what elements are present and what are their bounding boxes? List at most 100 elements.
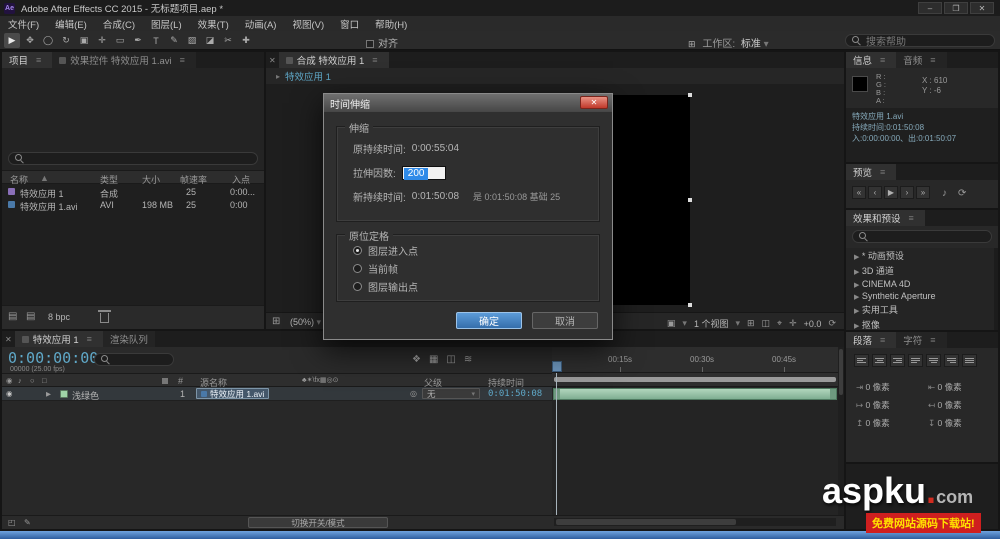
eraser-tool-icon[interactable]: ◪ xyxy=(202,33,218,48)
justify-last-left-button[interactable] xyxy=(908,354,923,367)
puppet-pin-tool-icon[interactable]: ✚ xyxy=(238,33,254,48)
handle[interactable] xyxy=(688,198,692,202)
zoom-tool-icon[interactable]: ◯ xyxy=(40,33,56,48)
scrollbar-thumb[interactable] xyxy=(556,519,736,525)
solo-column-icon[interactable]: ○ xyxy=(30,376,35,385)
twirl-icon[interactable]: ▶ xyxy=(854,308,859,315)
expand-layers-icon[interactable]: ◰ xyxy=(8,518,16,527)
new-folder-icon[interactable]: ▤ xyxy=(26,311,35,322)
column-number[interactable]: # xyxy=(178,376,183,386)
layer-in-handle[interactable] xyxy=(554,389,560,399)
last-frame-button[interactable]: » xyxy=(916,186,930,199)
layer-twirl-icon[interactable]: ▶ xyxy=(46,390,51,398)
panel-menu-icon[interactable]: ≡ xyxy=(926,55,939,65)
toggle-switches-modes-button[interactable]: 切换开关/模式 xyxy=(248,517,388,528)
loop-icon[interactable]: ⟳ xyxy=(958,188,966,199)
comp-breadcrumb[interactable]: 特效应用 1 xyxy=(285,69,331,83)
channel-icon[interactable]: ⌖ xyxy=(777,318,782,329)
panel-menu-icon[interactable]: ≡ xyxy=(32,55,45,65)
previous-frame-button[interactable]: ‹ xyxy=(868,186,882,199)
snapshot-icon[interactable]: ◫ xyxy=(762,318,771,329)
snap-control[interactable]: 对齐 xyxy=(366,35,398,50)
label-column-icon[interactable] xyxy=(162,378,168,384)
layer-eye-icon[interactable]: ◉ xyxy=(6,389,13,398)
cancel-button[interactable]: 取消 xyxy=(532,312,598,329)
graph-editor-icon[interactable]: ✎ xyxy=(24,518,31,527)
time-ruler[interactable]: 00:15s 00:30s 00:45s xyxy=(552,347,838,373)
panel-menu-icon[interactable]: ≡ xyxy=(83,334,96,344)
justify-all-button[interactable] xyxy=(962,354,977,367)
current-timecode[interactable]: 0:00:00:00 xyxy=(8,349,98,367)
menu-help[interactable]: 帮助(H) xyxy=(367,17,415,31)
roto-brush-tool-icon[interactable]: ✂ xyxy=(220,33,236,48)
justify-last-center-button[interactable] xyxy=(926,354,941,367)
panel-menu-icon[interactable]: ≡ xyxy=(876,167,889,177)
timeline-horizontal-scrollbar[interactable] xyxy=(554,518,836,526)
indent-value[interactable]: 0 像素 xyxy=(938,418,962,428)
selection-tool-icon[interactable]: ▶ xyxy=(4,33,20,48)
panel-menu-icon[interactable]: ≡ xyxy=(926,335,939,345)
indent-value[interactable]: 0 像素 xyxy=(866,418,890,428)
camera-icon[interactable]: ▣ xyxy=(667,318,676,329)
reset-exposure-icon[interactable]: ⟳ xyxy=(828,318,836,329)
panel-menu-icon[interactable]: ≡ xyxy=(905,213,918,223)
trash-icon[interactable] xyxy=(98,310,111,323)
project-search-input[interactable] xyxy=(8,152,258,165)
camera-tool-icon[interactable]: ▣ xyxy=(76,33,92,48)
handle[interactable] xyxy=(688,303,692,307)
layer-duration-bar[interactable] xyxy=(553,388,837,400)
audio-column-icon[interactable]: ♪ xyxy=(18,376,22,385)
dialog-close-button[interactable]: ✕ xyxy=(580,96,608,109)
close-button[interactable]: ✕ xyxy=(970,2,994,14)
tab-preview[interactable]: 预览 ≡ xyxy=(846,164,897,180)
clone-stamp-tool-icon[interactable]: ▨ xyxy=(184,33,200,48)
indent-field[interactable]: ⇥ 0 像素 xyxy=(856,378,890,396)
item-name[interactable]: 特效应用 1.avi xyxy=(20,200,78,213)
twirl-icon[interactable]: ▶ xyxy=(854,294,859,301)
menu-layer[interactable]: 图层(L) xyxy=(143,17,190,31)
layer-out-handle[interactable] xyxy=(830,389,836,399)
twirl-icon[interactable]: ▶ xyxy=(854,269,859,276)
tab-timeline-comp[interactable]: 特效应用 1 ≡ xyxy=(14,331,103,347)
effects-category[interactable]: ▶ Synthetic Aperture xyxy=(846,290,994,302)
pixel-aspect-icon[interactable]: ⊞ xyxy=(747,318,755,329)
handle[interactable] xyxy=(688,93,692,97)
tab-audio[interactable]: 音频 ≡ xyxy=(896,52,947,68)
radio-selected-icon[interactable] xyxy=(353,246,362,255)
align-left-button[interactable] xyxy=(854,354,869,367)
tab-info[interactable]: 信息 ≡ xyxy=(846,52,897,68)
draft3d-icon[interactable]: ▦ xyxy=(429,354,438,365)
hand-tool-icon[interactable]: ✥ xyxy=(22,33,38,48)
frame-blend-icon[interactable]: ≋ xyxy=(464,354,472,365)
pen-tool-icon[interactable]: ✒ xyxy=(130,33,146,48)
close-icon[interactable]: ✕ xyxy=(2,331,15,347)
view-layout-dropdown[interactable]: 1 个视图 xyxy=(694,317,729,330)
indent-value[interactable]: 0 像素 xyxy=(938,382,962,392)
option-layer-out-point[interactable]: 图层输出点 xyxy=(353,279,418,294)
layer-source-name[interactable]: 特效应用 1.avi xyxy=(196,388,270,399)
indent-field[interactable]: ⇤ 0 像素 xyxy=(928,378,962,396)
work-area-bar[interactable] xyxy=(554,377,836,382)
tab-composition[interactable]: 合成 特效应用 1 ≡ xyxy=(278,52,389,68)
effects-category[interactable]: ▶ 实用工具 xyxy=(846,302,994,317)
help-search-input[interactable]: 搜索帮助 xyxy=(845,34,995,48)
indent-field[interactable]: ↥ 0 像素 xyxy=(856,414,890,432)
text-tool-icon[interactable]: T xyxy=(148,33,164,48)
indent-value[interactable]: 0 像素 xyxy=(866,400,890,410)
effects-category[interactable]: ▶ 3D 通道 xyxy=(846,263,994,278)
twirl-icon[interactable]: ▶ xyxy=(854,282,859,289)
current-time-indicator-line[interactable] xyxy=(556,373,557,515)
menu-file[interactable]: 文件(F) xyxy=(0,17,47,31)
effects-category[interactable]: ▶ CINEMA 4D xyxy=(846,278,994,290)
play-button[interactable]: ▶ xyxy=(884,186,898,199)
scrollbar[interactable] xyxy=(994,248,998,330)
workspace-value[interactable]: 标准 xyxy=(741,39,761,50)
minimize-button[interactable]: – xyxy=(918,2,942,14)
align-center-button[interactable] xyxy=(872,354,887,367)
snap-checkbox[interactable] xyxy=(366,40,374,49)
project-row-comp[interactable]: 特效应用 1 合成 25 0:00... xyxy=(2,185,264,199)
menu-window[interactable]: 窗口 xyxy=(332,17,367,31)
brush-tool-icon[interactable]: ✎ xyxy=(166,33,182,48)
always-preview-icon[interactable]: ⊞ xyxy=(272,316,280,327)
orbit-camera-tool-icon[interactable]: ↻ xyxy=(58,33,74,48)
